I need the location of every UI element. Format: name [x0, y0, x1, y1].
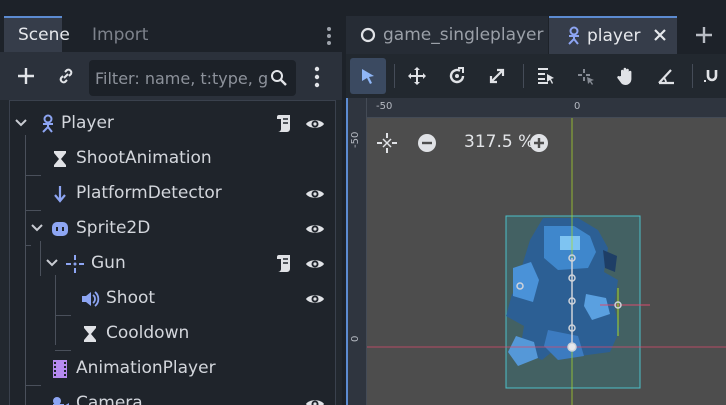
scene-circle-icon [360, 27, 376, 43]
node-filter-input[interactable] [95, 60, 267, 96]
select-mode-button[interactable] [350, 58, 386, 94]
audio-speaker-icon [82, 291, 100, 307]
tree-item-camera[interactable]: Camera [10, 386, 335, 405]
window-top-strip [0, 0, 726, 16]
list-select-icon [538, 68, 554, 84]
scene-tab-player[interactable]: player [549, 16, 677, 54]
pan-mode-button[interactable] [608, 58, 644, 94]
horizontal-ruler: -50 0 [348, 98, 726, 118]
search-icon [271, 70, 287, 86]
tree-item-animationplayer[interactable]: AnimationPlayer [10, 351, 335, 386]
film-strip-icon [53, 360, 67, 378]
tab-label: player [587, 26, 641, 46]
ruler-label: 0 [350, 335, 361, 342]
move-mode-button[interactable] [399, 58, 435, 94]
list-select-button[interactable] [528, 58, 564, 94]
raycast-arrow-icon [54, 186, 66, 203]
plus-icon [18, 68, 34, 84]
character-body-icon [568, 26, 579, 45]
tree-item-label: Cooldown [106, 323, 190, 343]
tab-import[interactable]: Import [78, 16, 162, 52]
scene-dock: Scene Import Player [0, 16, 342, 405]
dock-tab-bar: Scene Import [0, 16, 342, 52]
add-node-button[interactable] [10, 60, 42, 92]
rotate-mode-button[interactable] [439, 58, 475, 94]
tree-item-shootanimation[interactable]: ShootAnimation [10, 141, 335, 176]
ruler-angle-icon [658, 69, 674, 85]
filter-box [89, 60, 296, 96]
ruler-label: 0 [574, 101, 581, 112]
toolbar-separator [523, 64, 524, 88]
toolbar-separator [692, 64, 693, 88]
scene-tab-bar: game_singleplayer player [346, 16, 726, 54]
visibility-eye-icon[interactable] [305, 185, 325, 203]
vertical-ruler: -50 0 [348, 98, 367, 405]
pivot-icon [578, 69, 594, 85]
cursor-arrow-icon [362, 69, 374, 84]
zoom-in-icon[interactable] [528, 132, 550, 154]
hand-icon [617, 67, 632, 85]
snap-magnet-icon [704, 70, 718, 82]
chevron-down-icon[interactable] [14, 115, 28, 129]
scene-tree: Player ShootAnimation PlatformDetector S… [9, 100, 336, 405]
script-icon[interactable] [275, 253, 293, 275]
marker-crosshair-icon [66, 255, 84, 273]
instance-scene-button[interactable] [50, 60, 82, 92]
snap-options-button[interactable] [698, 58, 726, 94]
scale-mode-button[interactable] [479, 58, 515, 94]
visibility-eye-icon[interactable] [305, 395, 325, 405]
ruler-mode-button[interactable] [648, 58, 684, 94]
tab-label: game_singleplayer [383, 25, 544, 45]
tree-item-label: PlatformDetector [76, 183, 222, 203]
visibility-eye-icon[interactable] [305, 115, 325, 133]
sprite-icon [52, 222, 68, 236]
tree-item-label: AnimationPlayer [76, 358, 216, 378]
tab-scene[interactable]: Scene [4, 16, 70, 52]
tree-item-cooldown[interactable]: Cooldown [10, 316, 335, 351]
visibility-eye-icon[interactable] [305, 255, 325, 273]
tree-item-shoot[interactable]: Shoot [10, 281, 335, 316]
zoom-level[interactable]: 317.5 % [464, 132, 534, 152]
scale-icon [489, 68, 505, 84]
close-icon[interactable] [653, 28, 667, 42]
rotate-icon [449, 67, 465, 84]
scene-tree-menu-icon[interactable] [314, 66, 320, 88]
timer-hourglass-icon [54, 151, 66, 167]
move-arrows-icon [408, 67, 426, 85]
chevron-down-icon[interactable] [45, 255, 59, 269]
tree-item-label: Sprite2D [76, 218, 151, 238]
tree-item-platformdetector[interactable]: PlatformDetector [10, 176, 335, 211]
viewport-toolbar [346, 54, 726, 98]
visibility-eye-icon[interactable] [305, 290, 325, 308]
dock-menu-icon[interactable] [326, 26, 332, 46]
tree-item-label: Camera [76, 393, 143, 405]
ruler-label: -50 [376, 101, 393, 112]
visibility-eye-icon[interactable] [305, 220, 325, 238]
new-tab-plus-icon[interactable] [694, 25, 714, 45]
timer-hourglass-icon [84, 326, 96, 342]
tree-item-player[interactable]: Player [10, 106, 335, 141]
tree-item-label: Player [61, 113, 114, 133]
ruler-label: -50 [350, 131, 361, 148]
script-icon[interactable] [275, 113, 293, 135]
camera-icon [53, 397, 69, 405]
tree-item-gun[interactable]: Gun [10, 246, 335, 281]
chevron-down-icon[interactable] [30, 220, 44, 234]
zoom-out-icon[interactable] [416, 132, 438, 154]
tree-item-label: ShootAnimation [76, 148, 212, 168]
toolbar-separator [394, 64, 395, 88]
tree-item-label: Shoot [106, 288, 156, 308]
ruler-corner [348, 98, 366, 117]
pivot-mode-button[interactable] [568, 58, 604, 94]
canvas-viewport[interactable]: -50 0 -50 0 317.5 % [346, 98, 726, 405]
link-icon [59, 68, 73, 84]
tree-item-sprite2d[interactable]: Sprite2D [10, 211, 335, 246]
scene-toolbar [0, 52, 342, 100]
center-view-icon[interactable] [376, 132, 398, 154]
character-body-icon [42, 114, 53, 133]
tree-item-label: Gun [91, 253, 126, 273]
scene-tab-game-singleplayer[interactable]: game_singleplayer [346, 16, 548, 54]
